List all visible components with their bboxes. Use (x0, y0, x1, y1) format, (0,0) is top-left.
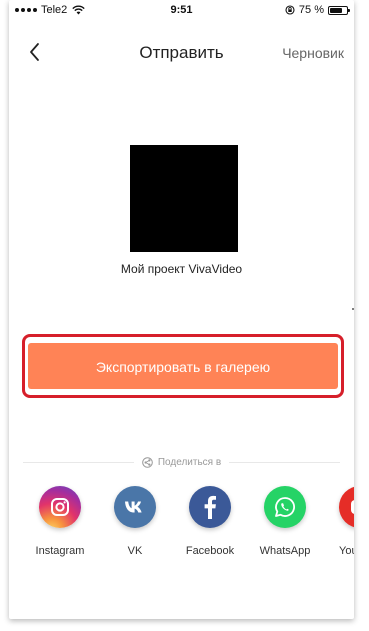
share-heading: Поделиться в (9, 455, 354, 473)
share-vk[interactable]: VK (98, 486, 172, 557)
share-facebook[interactable]: Facebook (173, 486, 247, 557)
share-whatsapp[interactable]: WhatsApp (248, 486, 322, 557)
share-label: Facebook (185, 545, 235, 557)
share-label: You (339, 545, 354, 557)
share-label: Instagram (35, 545, 85, 557)
rotation-lock-icon (285, 5, 295, 15)
app-screen: Tele2 9:51 75 % Отправить Черновик Мой п… (9, 0, 354, 619)
youtube-icon (339, 486, 354, 528)
share-label: VK (127, 545, 143, 557)
share-label: WhatsApp (259, 545, 311, 557)
draft-button[interactable]: Черновик (282, 45, 344, 61)
status-bar: Tele2 9:51 75 % (9, 0, 354, 20)
battery-icon (328, 5, 350, 15)
share-youtube[interactable]: You (339, 486, 354, 557)
whatsapp-icon (264, 486, 306, 528)
share-instagram[interactable]: Instagram (23, 486, 97, 557)
video-thumbnail[interactable] (130, 145, 238, 252)
vk-icon (114, 486, 156, 528)
share-icon (142, 457, 153, 468)
project-name: Мой проект VivaVideo (120, 262, 243, 276)
battery-percent: 75 % (298, 4, 324, 16)
status-bar-right: 75 % (285, 4, 350, 16)
battery-fill (330, 7, 342, 13)
nav-bar: Отправить Черновик (9, 30, 354, 74)
facebook-icon (189, 486, 231, 528)
export-to-gallery-button[interactable]: Экспортировать в галерею (28, 343, 338, 389)
instagram-icon (39, 486, 81, 528)
edge-dot (352, 308, 354, 310)
share-heading-text: Поделиться в (157, 457, 222, 468)
